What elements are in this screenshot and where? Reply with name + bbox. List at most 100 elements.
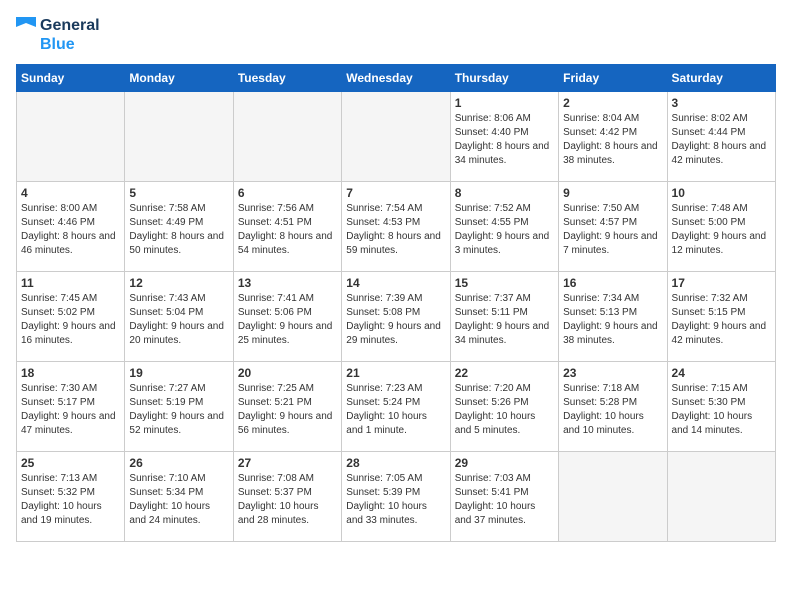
- day-detail: Sunrise: 7:15 AM Sunset: 5:30 PM Dayligh…: [672, 382, 771, 438]
- calendar-cell: 14 Sunrise: 7:39 AM Sunset: 5:08 PM Dayli…: [342, 272, 450, 362]
- day-number: 14: [346, 276, 445, 290]
- day-number: 27: [238, 456, 337, 470]
- weekday-header-thursday: Thursday: [450, 65, 558, 92]
- day-detail: Sunrise: 7:18 AM Sunset: 5:28 PM Dayligh…: [563, 382, 662, 438]
- day-number: 24: [672, 366, 771, 380]
- calendar-cell: 29 Sunrise: 7:03 AM Sunset: 5:41 PM Dayli…: [450, 452, 558, 542]
- calendar-cell: 16 Sunrise: 7:34 AM Sunset: 5:13 PM Dayli…: [559, 272, 667, 362]
- day-number: 29: [455, 456, 554, 470]
- day-number: 4: [21, 186, 120, 200]
- day-detail: Sunrise: 7:05 AM Sunset: 5:39 PM Dayligh…: [346, 472, 445, 528]
- weekday-header-wednesday: Wednesday: [342, 65, 450, 92]
- calendar-cell: 23 Sunrise: 7:18 AM Sunset: 5:28 PM Dayli…: [559, 362, 667, 452]
- weekday-header-friday: Friday: [559, 65, 667, 92]
- day-detail: Sunrise: 8:00 AM Sunset: 4:46 PM Dayligh…: [21, 202, 120, 258]
- weekday-header-saturday: Saturday: [667, 65, 775, 92]
- day-detail: Sunrise: 7:32 AM Sunset: 5:15 PM Dayligh…: [672, 292, 771, 348]
- calendar-cell: 5Sunrise: 7:58 AM Sunset: 4:49 PM Daylig…: [125, 182, 233, 272]
- day-number: 2: [563, 96, 662, 110]
- day-detail: Sunrise: 7:03 AM Sunset: 5:41 PM Dayligh…: [455, 472, 554, 528]
- day-detail: Sunrise: 7:56 AM Sunset: 4:51 PM Dayligh…: [238, 202, 337, 258]
- calendar-cell: [233, 92, 341, 182]
- calendar-cell: 11Sunrise: 7:45 AM Sunset: 5:02 PM Dayli…: [17, 272, 125, 362]
- day-detail: Sunrise: 7:34 AM Sunset: 5:13 PM Dayligh…: [563, 292, 662, 348]
- day-detail: Sunrise: 7:41 AM Sunset: 5:06 PM Dayligh…: [238, 292, 337, 348]
- day-number: 6: [238, 186, 337, 200]
- day-detail: Sunrise: 7:50 AM Sunset: 4:57 PM Dayligh…: [563, 202, 662, 258]
- calendar-cell: [667, 452, 775, 542]
- day-detail: Sunrise: 7:08 AM Sunset: 5:37 PM Dayligh…: [238, 472, 337, 528]
- day-number: 21: [346, 366, 445, 380]
- page-header: GeneralBlue: [16, 16, 776, 54]
- day-number: 13: [238, 276, 337, 290]
- calendar-cell: 20 Sunrise: 7:25 AM Sunset: 5:21 PM Dayli…: [233, 362, 341, 452]
- day-number: 1: [455, 96, 554, 110]
- calendar-cell: [125, 92, 233, 182]
- day-detail: Sunrise: 7:37 AM Sunset: 5:11 PM Dayligh…: [455, 292, 554, 348]
- day-number: 22: [455, 366, 554, 380]
- day-number: 19: [129, 366, 228, 380]
- calendar-cell: 7 Sunrise: 7:54 AM Sunset: 4:53 PM Daylig…: [342, 182, 450, 272]
- calendar-cell: 28Sunrise: 7:05 AM Sunset: 5:39 PM Dayli…: [342, 452, 450, 542]
- weekday-header-row: SundayMondayTuesdayWednesdayThursdayFrid…: [17, 65, 776, 92]
- calendar-cell: 25 Sunrise: 7:13 AM Sunset: 5:32 PM Dayli…: [17, 452, 125, 542]
- day-number: 8: [455, 186, 554, 200]
- day-number: 23: [563, 366, 662, 380]
- week-row-5: 25 Sunrise: 7:13 AM Sunset: 5:32 PM Dayli…: [17, 452, 776, 542]
- calendar-cell: 19 Sunrise: 7:27 AM Sunset: 5:19 PM Dayli…: [125, 362, 233, 452]
- calendar-cell: 13 Sunrise: 7:41 AM Sunset: 5:06 PM Dayli…: [233, 272, 341, 362]
- day-detail: Sunrise: 7:25 AM Sunset: 5:21 PM Dayligh…: [238, 382, 337, 438]
- day-detail: Sunrise: 7:30 AM Sunset: 5:17 PM Dayligh…: [21, 382, 120, 438]
- day-detail: Sunrise: 7:48 AM Sunset: 5:00 PM Dayligh…: [672, 202, 771, 258]
- calendar-cell: 22 Sunrise: 7:20 AM Sunset: 5:26 PM Dayli…: [450, 362, 558, 452]
- calendar-cell: 26 Sunrise: 7:10 AM Sunset: 5:34 PM Dayli…: [125, 452, 233, 542]
- calendar-cell: 21 Sunrise: 7:23 AM Sunset: 5:24 PM Dayli…: [342, 362, 450, 452]
- day-number: 15: [455, 276, 554, 290]
- calendar-cell: 2 Sunrise: 8:04 AM Sunset: 4:42 PM Daylig…: [559, 92, 667, 182]
- calendar-cell: 17Sunrise: 7:32 AM Sunset: 5:15 PM Dayli…: [667, 272, 775, 362]
- day-number: 20: [238, 366, 337, 380]
- week-row-3: 11Sunrise: 7:45 AM Sunset: 5:02 PM Dayli…: [17, 272, 776, 362]
- day-number: 10: [672, 186, 771, 200]
- logo-general-text: General: [40, 16, 100, 35]
- calendar-cell: 18 Sunrise: 7:30 AM Sunset: 5:17 PM Dayli…: [17, 362, 125, 452]
- day-detail: Sunrise: 8:04 AM Sunset: 4:42 PM Dayligh…: [563, 112, 662, 168]
- day-number: 9: [563, 186, 662, 200]
- day-number: 25: [21, 456, 120, 470]
- day-detail: Sunrise: 7:39 AM Sunset: 5:08 PM Dayligh…: [346, 292, 445, 348]
- day-detail: Sunrise: 7:54 AM Sunset: 4:53 PM Dayligh…: [346, 202, 445, 258]
- calendar-cell: 10 Sunrise: 7:48 AM Sunset: 5:00 PM Dayli…: [667, 182, 775, 272]
- day-number: 26: [129, 456, 228, 470]
- logo: GeneralBlue: [16, 16, 100, 54]
- day-detail: Sunrise: 7:23 AM Sunset: 5:24 PM Dayligh…: [346, 382, 445, 438]
- calendar-cell: 4 Sunrise: 8:00 AM Sunset: 4:46 PM Daylig…: [17, 182, 125, 272]
- day-number: 18: [21, 366, 120, 380]
- calendar-cell: 1 Sunrise: 8:06 AM Sunset: 4:40 PM Daylig…: [450, 92, 558, 182]
- day-number: 5: [129, 186, 228, 200]
- day-detail: Sunrise: 8:06 AM Sunset: 4:40 PM Dayligh…: [455, 112, 554, 168]
- calendar-cell: 27 Sunrise: 7:08 AM Sunset: 5:37 PM Dayli…: [233, 452, 341, 542]
- week-row-4: 18 Sunrise: 7:30 AM Sunset: 5:17 PM Dayli…: [17, 362, 776, 452]
- day-detail: Sunrise: 7:20 AM Sunset: 5:26 PM Dayligh…: [455, 382, 554, 438]
- weekday-header-sunday: Sunday: [17, 65, 125, 92]
- day-detail: Sunrise: 7:43 AM Sunset: 5:04 PM Dayligh…: [129, 292, 228, 348]
- calendar-cell: [17, 92, 125, 182]
- day-number: 12: [129, 276, 228, 290]
- calendar-cell: [559, 452, 667, 542]
- logo-icon: [16, 17, 36, 53]
- day-detail: Sunrise: 7:52 AM Sunset: 4:55 PM Dayligh…: [455, 202, 554, 258]
- calendar-cell: 12 Sunrise: 7:43 AM Sunset: 5:04 PM Dayli…: [125, 272, 233, 362]
- weekday-header-tuesday: Tuesday: [233, 65, 341, 92]
- day-detail: Sunrise: 7:27 AM Sunset: 5:19 PM Dayligh…: [129, 382, 228, 438]
- day-number: 16: [563, 276, 662, 290]
- calendar-cell: 3 Sunrise: 8:02 AM Sunset: 4:44 PM Daylig…: [667, 92, 775, 182]
- day-detail: Sunrise: 8:02 AM Sunset: 4:44 PM Dayligh…: [672, 112, 771, 168]
- day-detail: Sunrise: 7:13 AM Sunset: 5:32 PM Dayligh…: [21, 472, 120, 528]
- calendar-table: SundayMondayTuesdayWednesdayThursdayFrid…: [16, 64, 776, 542]
- day-number: 7: [346, 186, 445, 200]
- week-row-2: 4 Sunrise: 8:00 AM Sunset: 4:46 PM Daylig…: [17, 182, 776, 272]
- week-row-1: 1 Sunrise: 8:06 AM Sunset: 4:40 PM Daylig…: [17, 92, 776, 182]
- calendar-cell: [342, 92, 450, 182]
- day-detail: Sunrise: 7:10 AM Sunset: 5:34 PM Dayligh…: [129, 472, 228, 528]
- day-number: 3: [672, 96, 771, 110]
